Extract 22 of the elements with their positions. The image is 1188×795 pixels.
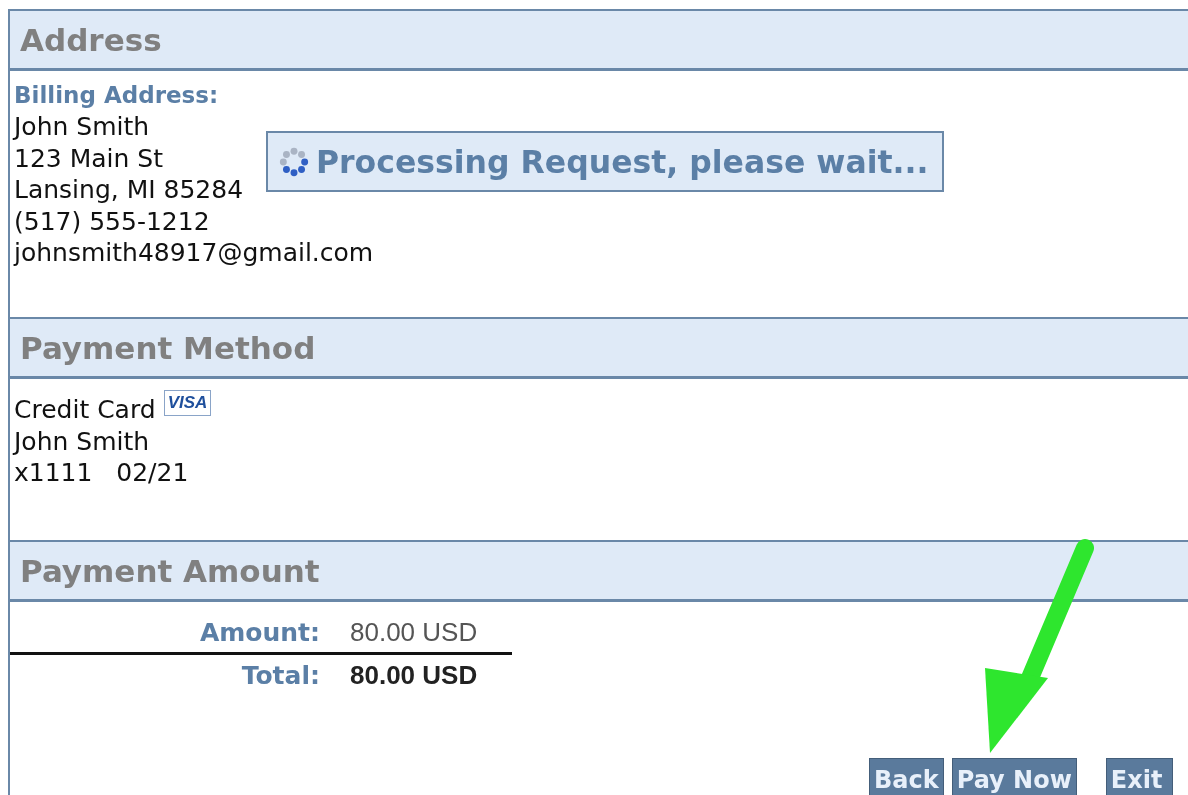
billing-label: Billing Address: bbox=[14, 81, 219, 110]
processing-text: Processing Request, please wait... bbox=[316, 143, 929, 180]
nav-button[interactable]: Back bbox=[869, 758, 944, 795]
nav-button[interactable]: Pay Now bbox=[951, 758, 1077, 795]
amount-label: Total: bbox=[240, 660, 320, 690]
address-line: (517) 555-1212 bbox=[14, 205, 210, 237]
spinner-icon bbox=[278, 145, 310, 178]
payment-method: Credit Card bbox=[14, 394, 156, 426]
card-logo: VISA bbox=[163, 390, 212, 416]
section-title: Payment Method bbox=[20, 329, 316, 366]
card-detail: John Smith bbox=[14, 425, 150, 457]
nav-button[interactable]: Exit bbox=[1105, 758, 1174, 795]
address-line: Lansing, MI 85284 bbox=[14, 174, 244, 206]
section-title: Address bbox=[20, 21, 162, 58]
address-line: 123 Main St bbox=[14, 142, 163, 174]
amount-value: 80.00 USD bbox=[350, 616, 478, 648]
address-line: John Smith bbox=[14, 111, 150, 143]
amount-value: 80.00 USD bbox=[350, 659, 478, 691]
section-title: Payment Amount bbox=[20, 552, 320, 589]
card-detail: x1111 02/21 bbox=[14, 457, 189, 489]
address-line: johnsmith48917@gmail.com bbox=[14, 237, 374, 269]
amount-label: Amount: bbox=[198, 617, 320, 647]
